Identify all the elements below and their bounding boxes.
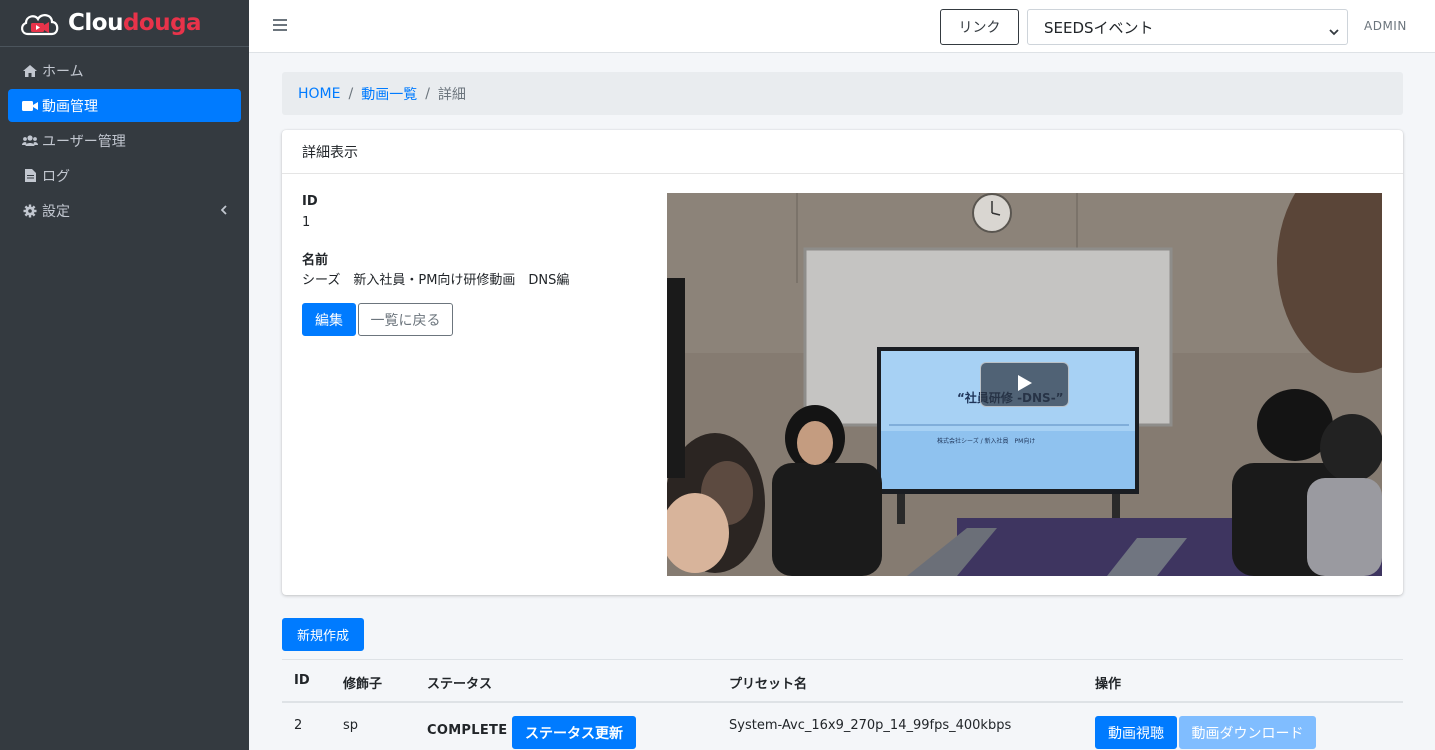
- row-modifier: sp: [343, 718, 359, 733]
- play-icon: [1017, 374, 1032, 395]
- column-header-modifier: 修飾子: [343, 677, 383, 692]
- sidebar-item-video-management[interactable]: 動画管理: [8, 89, 241, 122]
- sidebar-item-home[interactable]: ホーム: [8, 54, 241, 87]
- menu-toggle-icon[interactable]: [273, 19, 287, 31]
- breadcrumb-current: 詳細: [437, 86, 466, 103]
- play-button[interactable]: [980, 362, 1069, 407]
- column-header-id: ID: [294, 673, 310, 688]
- column-header-status: ステータス: [427, 677, 493, 692]
- file-icon: [22, 169, 38, 183]
- home-icon: [22, 64, 38, 78]
- users-icon: [22, 134, 38, 148]
- top-navbar: リンク SEEDSイベント ADMIN: [249, 0, 1435, 53]
- name-value: シーズ 新入社員・PM向け研修動画 DNS編: [302, 273, 570, 288]
- column-header-actions: 操作: [1095, 677, 1122, 692]
- id-value: 1: [302, 215, 311, 230]
- brand-name: Cloudouga: [68, 10, 202, 36]
- chevron-left-icon: [220, 203, 227, 219]
- edit-button[interactable]: 編集: [302, 303, 356, 336]
- id-label: ID: [302, 194, 318, 209]
- chevron-down-icon: [1329, 22, 1339, 40]
- breadcrumb-separator: /: [348, 85, 354, 102]
- link-button[interactable]: リンク: [940, 9, 1019, 45]
- row-preset-name: System-Avc_16x9_270p_14_99fps_400kbps: [729, 718, 1012, 733]
- create-new-button[interactable]: 新規作成: [282, 618, 364, 651]
- cloud-video-logo-icon: [18, 10, 62, 36]
- breadcrumb-separator: /: [425, 85, 430, 102]
- name-label: 名前: [302, 253, 329, 268]
- slide-subtitle-text: 株式会社シーズ / 新入社員 PM向け: [937, 437, 1035, 445]
- video-camera-icon: [22, 99, 38, 113]
- sidebar-item-settings[interactable]: 設定: [8, 194, 241, 227]
- event-select-value: SEEDSイベント: [1044, 18, 1154, 37]
- row-status: COMPLETE: [427, 723, 508, 738]
- row-id: 2: [294, 718, 303, 733]
- sidebar-item-label: ログ: [42, 168, 70, 185]
- sidebar: Cloudouga ホーム 動画管理 ユーザー管理 ログ 設定: [0, 0, 249, 750]
- download-video-button[interactable]: 動画ダウンロード: [1179, 716, 1316, 749]
- column-header-preset: プリセット名: [729, 677, 808, 692]
- sidebar-item-user-management[interactable]: ユーザー管理: [8, 124, 241, 157]
- user-name[interactable]: ADMIN: [1364, 19, 1407, 33]
- gear-icon: [22, 204, 38, 218]
- detail-card: 詳細表示 ID 1 名前 シーズ 新入社員・PM向け研修動画 DNS編 編集 一…: [282, 130, 1403, 595]
- variants-table: ID 修飾子 ステータス プリセット名 操作 2 sp COMPLETE ステー…: [282, 659, 1403, 750]
- breadcrumb-video-list-link[interactable]: 動画一覧: [361, 84, 417, 104]
- watch-video-button[interactable]: 動画視聴: [1095, 716, 1177, 749]
- table-header: ID 修飾子 ステータス プリセット名 操作: [282, 659, 1403, 703]
- sidebar-item-label: 設定: [42, 203, 70, 220]
- sidebar-item-log[interactable]: ログ: [8, 159, 241, 192]
- sidebar-item-label: ユーザー管理: [42, 133, 126, 150]
- event-select[interactable]: SEEDSイベント: [1027, 9, 1348, 45]
- brand-name-red: douga: [122, 10, 202, 36]
- brand-name-white: Clou: [68, 10, 123, 36]
- video-player[interactable]: “社員研修 -DNS-” 株式会社シーズ / 新入社員 PM向け: [667, 193, 1382, 576]
- brand[interactable]: Cloudouga: [0, 0, 249, 47]
- table-row: 2 sp COMPLETE ステータス更新 System-Avc_16x9_27…: [282, 703, 1403, 750]
- sidebar-nav: ホーム 動画管理 ユーザー管理 ログ 設定: [0, 47, 249, 227]
- sidebar-item-label: ホーム: [42, 63, 84, 80]
- breadcrumb-home-link[interactable]: HOME: [298, 86, 340, 102]
- back-to-list-button[interactable]: 一覧に戻る: [358, 303, 453, 336]
- status-update-button[interactable]: ステータス更新: [512, 716, 636, 749]
- card-title: 詳細表示: [282, 130, 1403, 174]
- breadcrumb: HOME / 動画一覧 / 詳細: [282, 72, 1403, 115]
- sidebar-item-label: 動画管理: [42, 98, 98, 115]
